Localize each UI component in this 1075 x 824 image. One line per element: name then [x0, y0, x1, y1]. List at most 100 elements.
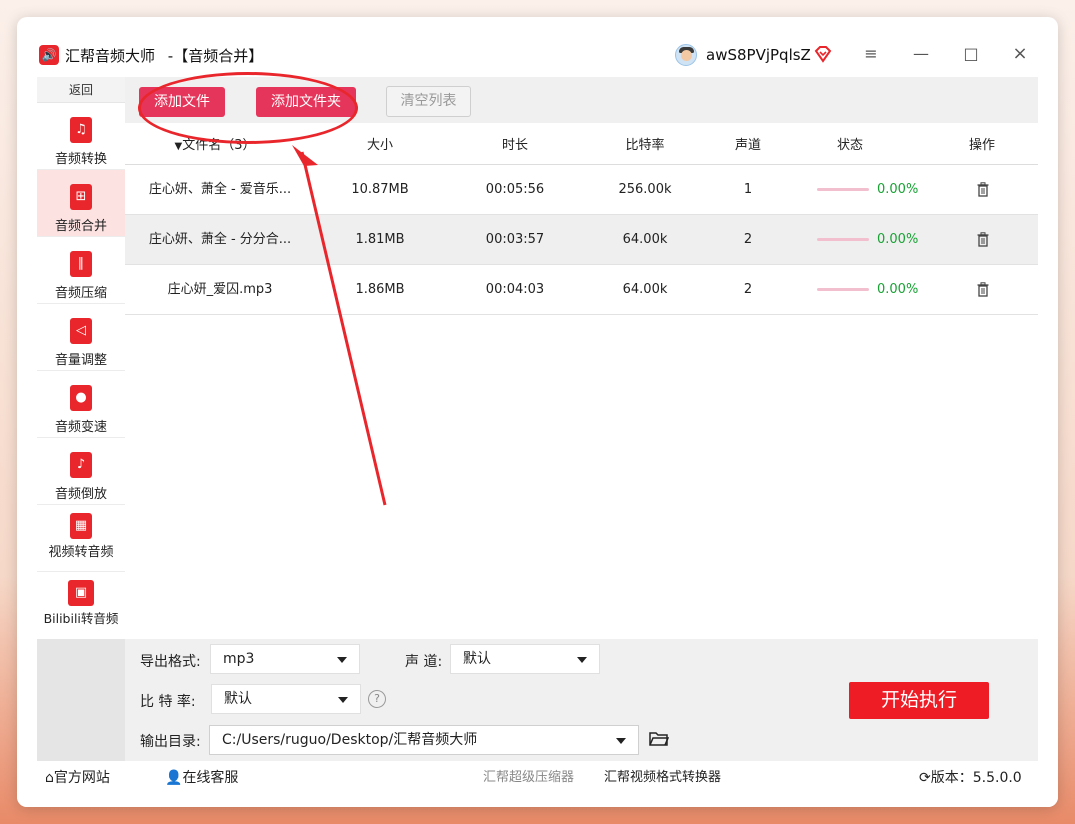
folder-open-icon[interactable] — [649, 731, 669, 747]
bitrate-select[interactable]: 默认 — [211, 684, 361, 714]
file-duration: 00:04:03 — [485, 282, 545, 297]
bitrate-label: 比 特 率: — [140, 694, 196, 710]
file-size: 1.81MB — [355, 232, 405, 247]
start-button[interactable]: 开始执行 — [849, 682, 989, 719]
settings-panel: 导出格式: mp3 声 道: 默认 比 特 率: 默认 ? 输出目录: C:/U… — [37, 639, 1038, 761]
annotation-ellipse — [138, 72, 358, 144]
file-size: 10.87MB — [351, 182, 409, 197]
support-link[interactable]: 👤在线客服 — [165, 761, 238, 795]
refresh-icon: ⟳ — [919, 770, 931, 786]
file-size: 1.86MB — [355, 282, 405, 297]
mic-icon: ● — [70, 385, 92, 411]
col-duration-header: 时长 — [501, 138, 528, 153]
app-name: 汇帮音频大师 — [65, 47, 156, 65]
status-percent: 0.00% — [877, 182, 919, 197]
version-number: 5.5.0.0 — [972, 770, 1022, 786]
help-icon[interactable]: ? — [368, 690, 386, 708]
sidebar-item-audio-convert[interactable]: ♫ 音频转换 — [37, 103, 125, 170]
table-row[interactable]: 庄心妍_爱囚.mp3 1.86MB 00:04:03 64.00k 2 0.00… — [125, 265, 1038, 315]
version-info: ⟳版本：5.5.0.0 — [919, 761, 1022, 795]
music-note-icon: ♪ — [70, 452, 92, 478]
file-bitrate: 256.00k — [618, 182, 672, 197]
sidebar-item-label: 音频压缩 — [54, 286, 107, 301]
trash-icon[interactable] — [977, 232, 989, 247]
chevron-down-icon — [616, 738, 626, 744]
col-bitrate-header: 比特率 — [625, 138, 665, 153]
back-button[interactable]: 返回 — [37, 77, 125, 103]
file-table: ▼文件名（3） 大小 时长 比特率 声道 状态 操作 庄心妍、萧全 - 爱音乐.… — [125, 127, 1038, 639]
user-icon: 👤 — [165, 770, 183, 786]
file-duration: 00:03:57 — [485, 232, 545, 247]
page-title: -【音频合并】 — [167, 47, 264, 65]
website-link[interactable]: ⌂官方网站 — [45, 761, 110, 795]
col-action-header: 操作 — [968, 138, 995, 153]
minimize-icon[interactable]: — — [910, 43, 932, 65]
app-logo-icon: 🔊 — [39, 45, 59, 65]
format-label: 导出格式: — [140, 654, 201, 670]
sidebar-item-label: Bilibili转音频 — [43, 611, 119, 626]
audio-merge-icon: ⊞ — [70, 184, 92, 210]
home-icon: ⌂ — [45, 770, 54, 786]
video-converter-link[interactable]: 汇帮视频格式转换器 — [604, 761, 721, 795]
avatar[interactable] — [675, 44, 697, 66]
trash-icon[interactable] — [977, 282, 989, 297]
sidebar-item-label: 音量调整 — [54, 353, 107, 368]
file-duration: 00:05:56 — [485, 182, 545, 197]
sidebar-item-speed[interactable]: ● 音频变速 — [37, 371, 125, 438]
vip-diamond-icon[interactable] — [813, 44, 833, 64]
progress-bar — [817, 238, 869, 241]
sidebar-item-audio-merge[interactable]: ⊞ 音频合并 — [37, 170, 125, 237]
output-label: 输出目录: — [140, 734, 201, 750]
website-label: 官方网站 — [53, 770, 110, 786]
output-path-select[interactable]: C:/Users/ruguo/Desktop/汇帮音频大师 — [209, 725, 639, 755]
status-percent: 0.00% — [877, 232, 919, 247]
volume-icon: ◁ — [70, 318, 92, 344]
format-select[interactable]: mp3 — [210, 644, 360, 674]
film-icon: ▦ — [70, 513, 92, 539]
close-icon[interactable]: × — [1009, 43, 1031, 65]
audio-compress-icon: ∥ — [70, 251, 92, 277]
progress-bar — [817, 188, 869, 191]
sidebar-item-volume[interactable]: ◁ 音量调整 — [37, 304, 125, 371]
version-label: 版本： — [930, 770, 973, 786]
progress-bar — [817, 288, 869, 291]
sidebar-item-label: 音频倒放 — [54, 487, 107, 502]
audio-convert-icon: ♫ — [70, 117, 92, 143]
file-bitrate: 64.00k — [622, 232, 668, 247]
support-label: 在线客服 — [182, 770, 239, 786]
col-size-header: 大小 — [366, 138, 393, 153]
file-name: 庄心妍、萧全 - 分分合... — [148, 232, 292, 247]
table-row[interactable]: 庄心妍、萧全 - 爱音乐... 10.87MB 00:05:56 256.00k… — [125, 165, 1038, 215]
sidebar-item-bilibili[interactable]: ▣ Bilibili转音频 — [37, 572, 125, 639]
sidebar-item-label: 音频转换 — [54, 152, 107, 167]
sidebar-item-label: 音频变速 — [54, 420, 107, 435]
status-percent: 0.00% — [877, 282, 919, 297]
sidebar: 返回 ♫ 音频转换 ⊞ 音频合并 ∥ 音频压缩 ◁ 音量调整 ● 音频变速 ♪ … — [37, 77, 125, 639]
maximize-icon[interactable]: □ — [960, 43, 982, 65]
clear-list-button[interactable]: 清空列表 — [386, 86, 471, 117]
col-channel-header: 声道 — [734, 138, 761, 153]
username[interactable]: awS8PVjPqlsZ — [706, 46, 811, 64]
file-channel: 2 — [743, 282, 753, 297]
title-bar: 🔊 汇帮音频大师 -【音频合并】 awS8PVjPqlsZ ≡ — □ × — [17, 17, 1058, 77]
format-value: mp3 — [223, 651, 255, 667]
channel-value: 默认 — [463, 651, 491, 667]
sidebar-item-audio-compress[interactable]: ∥ 音频压缩 — [37, 237, 125, 304]
file-channel: 2 — [743, 232, 753, 247]
file-name: 庄心妍_爱囚.mp3 — [167, 282, 273, 297]
sidebar-item-reverse[interactable]: ♪ 音频倒放 — [37, 438, 125, 505]
table-row[interactable]: 庄心妍、萧全 - 分分合... 1.81MB 00:03:57 64.00k 2… — [125, 215, 1038, 265]
file-bitrate: 64.00k — [622, 282, 668, 297]
compressor-link[interactable]: 汇帮超级压缩器 — [483, 761, 574, 795]
sidebar-item-label: 音频合并 — [54, 219, 107, 234]
sidebar-item-video-to-audio[interactable]: ▦ 视频转音频 — [37, 505, 125, 572]
trash-icon[interactable] — [977, 182, 989, 197]
file-name: 庄心妍、萧全 - 爱音乐... — [148, 182, 292, 197]
bitrate-value: 默认 — [224, 691, 252, 707]
menu-icon[interactable]: ≡ — [860, 43, 882, 65]
sidebar-item-label: 视频转音频 — [48, 545, 114, 560]
channel-select[interactable]: 默认 — [450, 644, 600, 674]
file-channel: 1 — [743, 182, 753, 197]
chevron-down-icon — [577, 657, 587, 663]
app-title: 汇帮音频大师 -【音频合并】 — [65, 45, 263, 66]
